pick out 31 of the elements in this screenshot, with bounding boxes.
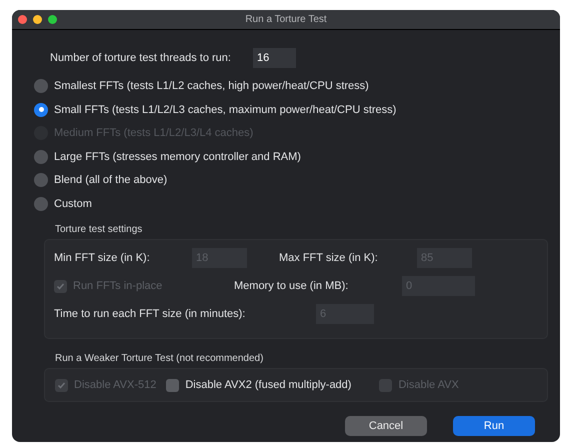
- radio-label: Custom: [54, 196, 92, 212]
- cancel-button[interactable]: Cancel: [345, 416, 427, 436]
- radio-button[interactable]: [34, 196, 48, 211]
- checkbox-label: Disable AVX2 (fused multiply-add): [185, 378, 352, 393]
- checkbox-label: Disable AVX-512: [74, 378, 156, 393]
- field-label: Min FFT size (in K):: [54, 250, 151, 266]
- group-title: Run a Weaker Torture Test (not recommended): [55, 352, 264, 366]
- minimize-button[interactable]: [33, 15, 42, 24]
- close-button[interactable]: [18, 15, 27, 24]
- radio-button[interactable]: [34, 102, 48, 117]
- checkbox-label: Run FFTs in-place: [73, 278, 162, 294]
- group-title: Torture test settings: [55, 223, 144, 237]
- radio-label: Small FFTs (tests L1/L2/L3 caches, maximum power/heat/CPU stress): [54, 102, 396, 118]
- radio-button[interactable]: [34, 173, 48, 188]
- field-label: Max FFT size (in K):: [279, 250, 379, 266]
- threads-field[interactable]: 16: [252, 48, 296, 68]
- checkmark-icon: [57, 380, 66, 390]
- field-label: Time to run each FFT size (in minutes):: [54, 306, 246, 322]
- run-button[interactable]: Run: [453, 416, 535, 436]
- radio-label: Large FFTs (stresses memory controller and RAM): [54, 150, 301, 164]
- checkmark-icon: [56, 282, 65, 290]
- radio-label: Blend (all of the above): [54, 173, 168, 188]
- zoom-button[interactable]: [48, 15, 57, 24]
- checkbox[interactable]: [166, 378, 180, 392]
- radio-button[interactable]: [34, 150, 48, 164]
- checkbox-label: Disable AVX: [398, 378, 459, 393]
- radio-label: Smallest FFTs (tests L1/L2 caches, high power/heat/CPU stress): [54, 79, 369, 94]
- threads-label: Number of torture test threads to run:: [50, 50, 231, 66]
- radio-button[interactable]: [34, 79, 48, 94]
- window-title: Run a Torture Test: [245, 13, 327, 27]
- field-label: Memory to use (in MB):: [234, 278, 350, 294]
